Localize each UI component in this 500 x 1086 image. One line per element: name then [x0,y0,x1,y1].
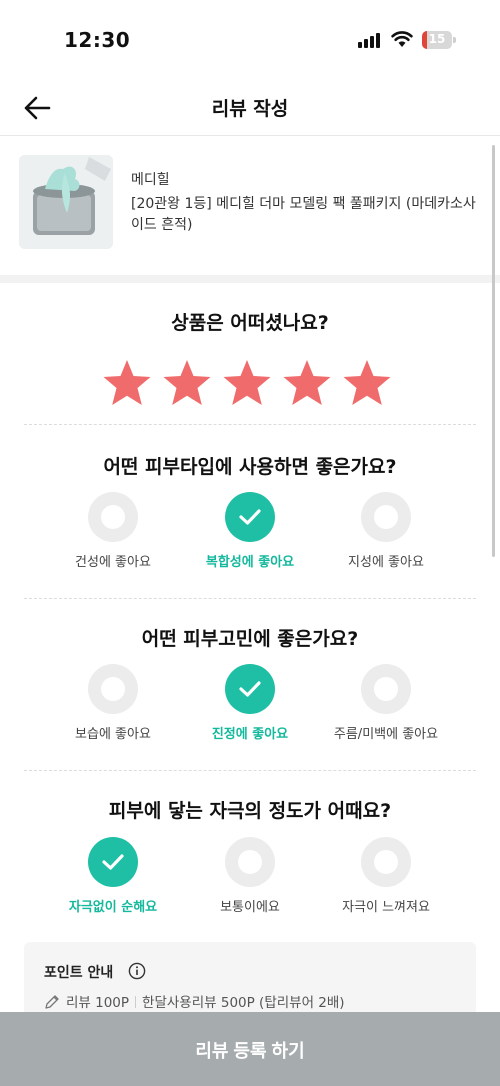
submit-review-button[interactable]: 리뷰 등록 하기 [0,1012,500,1086]
star-rating[interactable] [100,358,400,408]
option-label[interactable]: 보습에 좋아요 [33,723,193,742]
option-label[interactable]: 자극없이 순해요 [33,896,193,915]
checkmark-icon [239,681,261,697]
header: 리뷰 작성 [0,80,500,136]
month-review-point-text: 한달사용리뷰 500P (탑리뷰어 2배) [142,995,345,1011]
option-checked-icon[interactable] [88,837,138,887]
irritation-question: 피부에 닿는 자극의 정도가 어때요? [108,800,392,822]
skin-type-question: 어떤 피부타입에 사용하면 좋은가요? [103,456,397,478]
option-label[interactable]: 지성에 좋아요 [306,551,466,570]
product-image [19,155,113,249]
info-icon[interactable] [128,962,146,980]
option-unchecked-icon[interactable] [225,837,275,887]
battery-icon: 15 [422,31,456,49]
option-unchecked-icon[interactable] [361,664,411,714]
section-divider [0,275,500,283]
checkmark-icon [102,854,124,870]
scrollbar[interactable] [492,145,495,557]
dashed-divider [24,770,476,771]
point-info-row: 리뷰 100P 한달사용리뷰 500P (탑리뷰어 2배) [44,991,345,1011]
dashed-divider [24,598,476,599]
submit-review-label: 리뷰 등록 하기 [195,1041,305,1061]
option-label[interactable]: 주름/미백에 좋아요 [306,723,466,742]
product-name: [20관왕 1등] 메디힐 더마 모델링 팩 풀패키지 (마데카소사이드 흔적) [131,196,476,233]
option-checked-icon[interactable] [225,492,275,542]
star-icon[interactable] [101,358,153,408]
review-point-text: 리뷰 100P [66,995,130,1011]
option-label[interactable]: 건성에 좋아요 [33,551,193,570]
option-unchecked-icon[interactable] [361,837,411,887]
star-icon[interactable] [221,358,273,408]
battery-level: 15 [428,32,446,46]
page-title: 리뷰 작성 [211,98,289,120]
option-unchecked-icon[interactable] [88,492,138,542]
option-unchecked-icon[interactable] [88,664,138,714]
product-brand: 메디힐 [131,172,170,188]
status-bar: 12:30 15 [0,0,500,80]
skin-concern-question: 어떤 피부고민에 좋은가요? [141,628,359,650]
star-icon[interactable] [281,358,333,408]
point-info-title: 포인트 안내 [44,965,114,981]
checkmark-icon [239,509,261,525]
status-time: 12:30 [64,28,131,52]
option-unchecked-icon[interactable] [361,492,411,542]
dashed-divider [24,424,476,425]
option-checked-icon[interactable] [225,664,275,714]
pencil-icon [45,995,59,1009]
rating-question: 상품은 어떠셨나요? [171,312,329,334]
option-label[interactable]: 자극이 느껴져요 [306,896,466,915]
star-icon[interactable] [341,358,393,408]
wifi-icon [391,31,413,47]
cellular-signal-icon [358,32,384,48]
product-card: 메디힐 [20관왕 1등] 메디힐 더마 모델링 팩 풀패키지 (마데카소사이드… [0,137,500,275]
star-icon[interactable] [161,358,213,408]
point-info-box: 포인트 안내 리뷰 100P 한달사용리뷰 500P (탑리뷰어 2배) [24,942,476,1022]
